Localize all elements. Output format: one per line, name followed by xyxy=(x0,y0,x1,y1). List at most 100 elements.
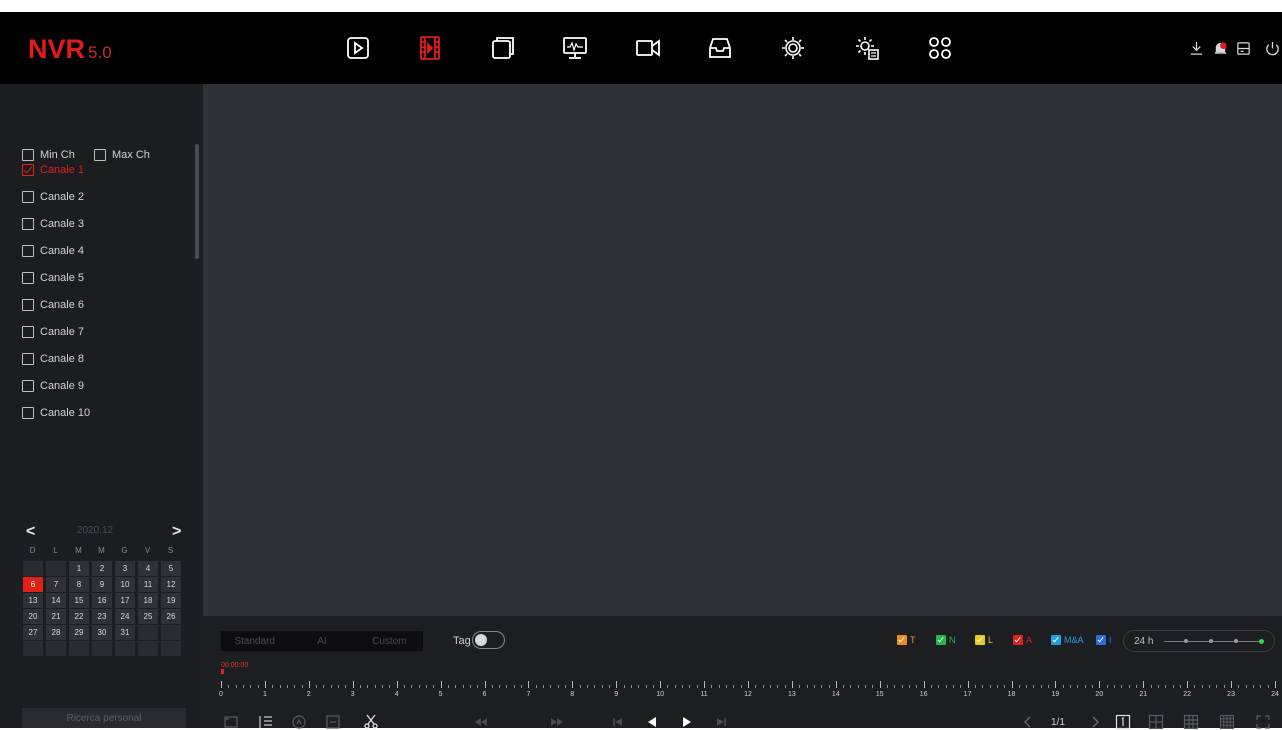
calendar-day[interactable]: 20 xyxy=(23,609,43,624)
calendar-day[interactable]: 7 xyxy=(46,577,66,592)
calendar-empty-cell xyxy=(161,641,181,656)
minor-tick xyxy=(374,685,376,688)
zoom-current-step[interactable] xyxy=(1259,639,1264,644)
calendar-day[interactable]: 17 xyxy=(115,593,135,608)
minor-tick xyxy=(1194,685,1196,688)
minor-tick xyxy=(579,685,581,688)
timeline-zoom-control[interactable]: 24 h xyxy=(1123,630,1275,652)
zoom-slider-track[interactable] xyxy=(1164,639,1264,644)
calendar-day[interactable]: 2 xyxy=(92,561,112,576)
hour-tick xyxy=(748,681,749,688)
camera-icon[interactable] xyxy=(630,30,666,66)
calendar-day[interactable]: 29 xyxy=(69,625,89,640)
calendar-day[interactable]: 30 xyxy=(92,625,112,640)
calendar-day[interactable]: 18 xyxy=(138,593,158,608)
channel-checkbox-10[interactable]: Canale 10 xyxy=(22,407,90,419)
calendar-day[interactable]: 1 xyxy=(69,561,89,576)
backup-icon[interactable] xyxy=(702,30,738,66)
record-type-filter[interactable]: T xyxy=(897,635,916,645)
power-icon[interactable] xyxy=(1262,38,1282,58)
record-type-filter[interactable]: N xyxy=(936,635,956,645)
calendar-day[interactable]: 27 xyxy=(23,625,43,640)
monitor-icon[interactable] xyxy=(557,30,593,66)
calendar-day[interactable]: 19 xyxy=(161,593,181,608)
custom-search-button[interactable]: Ricerca personal xyxy=(22,708,186,728)
record-type-filter[interactable]: L xyxy=(975,635,993,645)
channel-checkbox-1[interactable]: Canale 1 xyxy=(22,164,84,176)
calendar-day[interactable]: 28 xyxy=(46,625,66,640)
calendar-day[interactable]: 31 xyxy=(115,625,135,640)
channel-checkbox-8[interactable]: Canale 8 xyxy=(22,353,84,365)
channel-checkbox-3[interactable]: Canale 3 xyxy=(22,218,84,230)
storage-icon[interactable] xyxy=(1233,38,1253,58)
calendar-day[interactable]: 25 xyxy=(138,609,158,624)
calendar-weekday: L xyxy=(53,546,58,555)
channel-checkbox-5[interactable]: Canale 5 xyxy=(22,272,84,284)
max-ch-checkbox[interactable]: Max Ch xyxy=(94,149,150,161)
mode-standard-tab[interactable]: Standard xyxy=(221,631,288,651)
calendar-day[interactable]: 23 xyxy=(92,609,112,624)
playback-icon[interactable] xyxy=(412,30,448,66)
calendar-day[interactable]: 12 xyxy=(161,577,181,592)
calendar-day[interactable]: 4 xyxy=(138,561,158,576)
minor-tick xyxy=(1209,685,1211,688)
minor-tick xyxy=(1172,685,1174,688)
settings-icon[interactable] xyxy=(775,30,811,66)
calendar-day[interactable]: 26 xyxy=(161,609,181,624)
min-ch-checkbox[interactable]: Min Ch xyxy=(22,149,75,161)
minor-tick xyxy=(338,685,340,688)
calendar-prev-button[interactable]: < xyxy=(26,523,35,541)
calendar-day[interactable]: 13 xyxy=(23,593,43,608)
alarm-bell-icon[interactable] xyxy=(1210,38,1230,58)
calendar-day[interactable]: 6 xyxy=(23,577,43,592)
calendar-day[interactable]: 14 xyxy=(46,593,66,608)
calendar-day[interactable]: 9 xyxy=(92,577,112,592)
mode-custom-tab[interactable]: Custom xyxy=(356,631,423,651)
calendar-day[interactable]: 22 xyxy=(69,609,89,624)
minor-tick xyxy=(330,685,332,688)
hour-tick xyxy=(660,681,662,688)
record-type-label: N xyxy=(949,635,956,645)
calendar-day[interactable]: 5 xyxy=(161,561,181,576)
more-apps-icon[interactable] xyxy=(922,30,958,66)
channel-checkbox-2[interactable]: Canale 2 xyxy=(22,191,84,203)
calendar-day[interactable]: 16 xyxy=(92,593,112,608)
minor-tick xyxy=(491,685,493,688)
calendar-day[interactable]: 15 xyxy=(69,593,89,608)
calendar-day[interactable]: 21 xyxy=(46,609,66,624)
live-view-icon[interactable] xyxy=(340,30,376,66)
timeline-ruler[interactable]: 0 1 2 3 4 5 6 7 8 9 10 11 12 13 14 15 16 17 18 19 20 21 22 23 24 xyxy=(219,674,1279,698)
calendar-day[interactable]: 8 xyxy=(69,577,89,592)
minor-tick xyxy=(777,685,779,688)
channel-checkbox-7[interactable]: Canale 7 xyxy=(22,326,84,338)
minor-tick xyxy=(887,685,889,688)
nvr-logo: NVR 5.0 xyxy=(28,34,112,64)
calendar-day[interactable]: 10 xyxy=(115,577,135,592)
download-icon[interactable] xyxy=(1186,38,1206,58)
minor-tick xyxy=(316,685,318,688)
zoom-step[interactable] xyxy=(1209,639,1213,643)
channel-checkbox-4[interactable]: Canale 4 xyxy=(22,245,84,257)
calendar-day[interactable]: 24 xyxy=(115,609,135,624)
playback-video-area[interactable] xyxy=(203,84,1282,616)
tag-toggle[interactable] xyxy=(472,631,505,649)
channel-checkbox-9[interactable]: Canale 9 xyxy=(22,380,84,392)
file-management-icon[interactable] xyxy=(485,30,521,66)
system-settings-icon[interactable] xyxy=(849,30,885,66)
hour-tick xyxy=(1187,681,1189,688)
calendar-day[interactable]: 11 xyxy=(138,577,158,592)
calendar-day[interactable]: 3 xyxy=(115,561,135,576)
zoom-step[interactable] xyxy=(1234,639,1238,643)
channel-checkbox-6[interactable]: Canale 6 xyxy=(22,299,84,311)
minor-tick xyxy=(499,685,501,688)
record-type-filter[interactable]: A xyxy=(1013,635,1032,645)
calendar-empty-cell xyxy=(23,641,43,656)
calendar-next-button[interactable]: > xyxy=(172,523,181,541)
record-type-filter[interactable]: I xyxy=(1096,635,1112,645)
minor-tick xyxy=(506,685,508,688)
minor-tick xyxy=(630,685,632,688)
channel-list-scrollbar[interactable] xyxy=(195,144,199,259)
mode-ai-tab[interactable]: AI xyxy=(288,631,355,651)
zoom-step[interactable] xyxy=(1184,639,1188,643)
record-type-filter[interactable]: M&A xyxy=(1051,635,1084,645)
